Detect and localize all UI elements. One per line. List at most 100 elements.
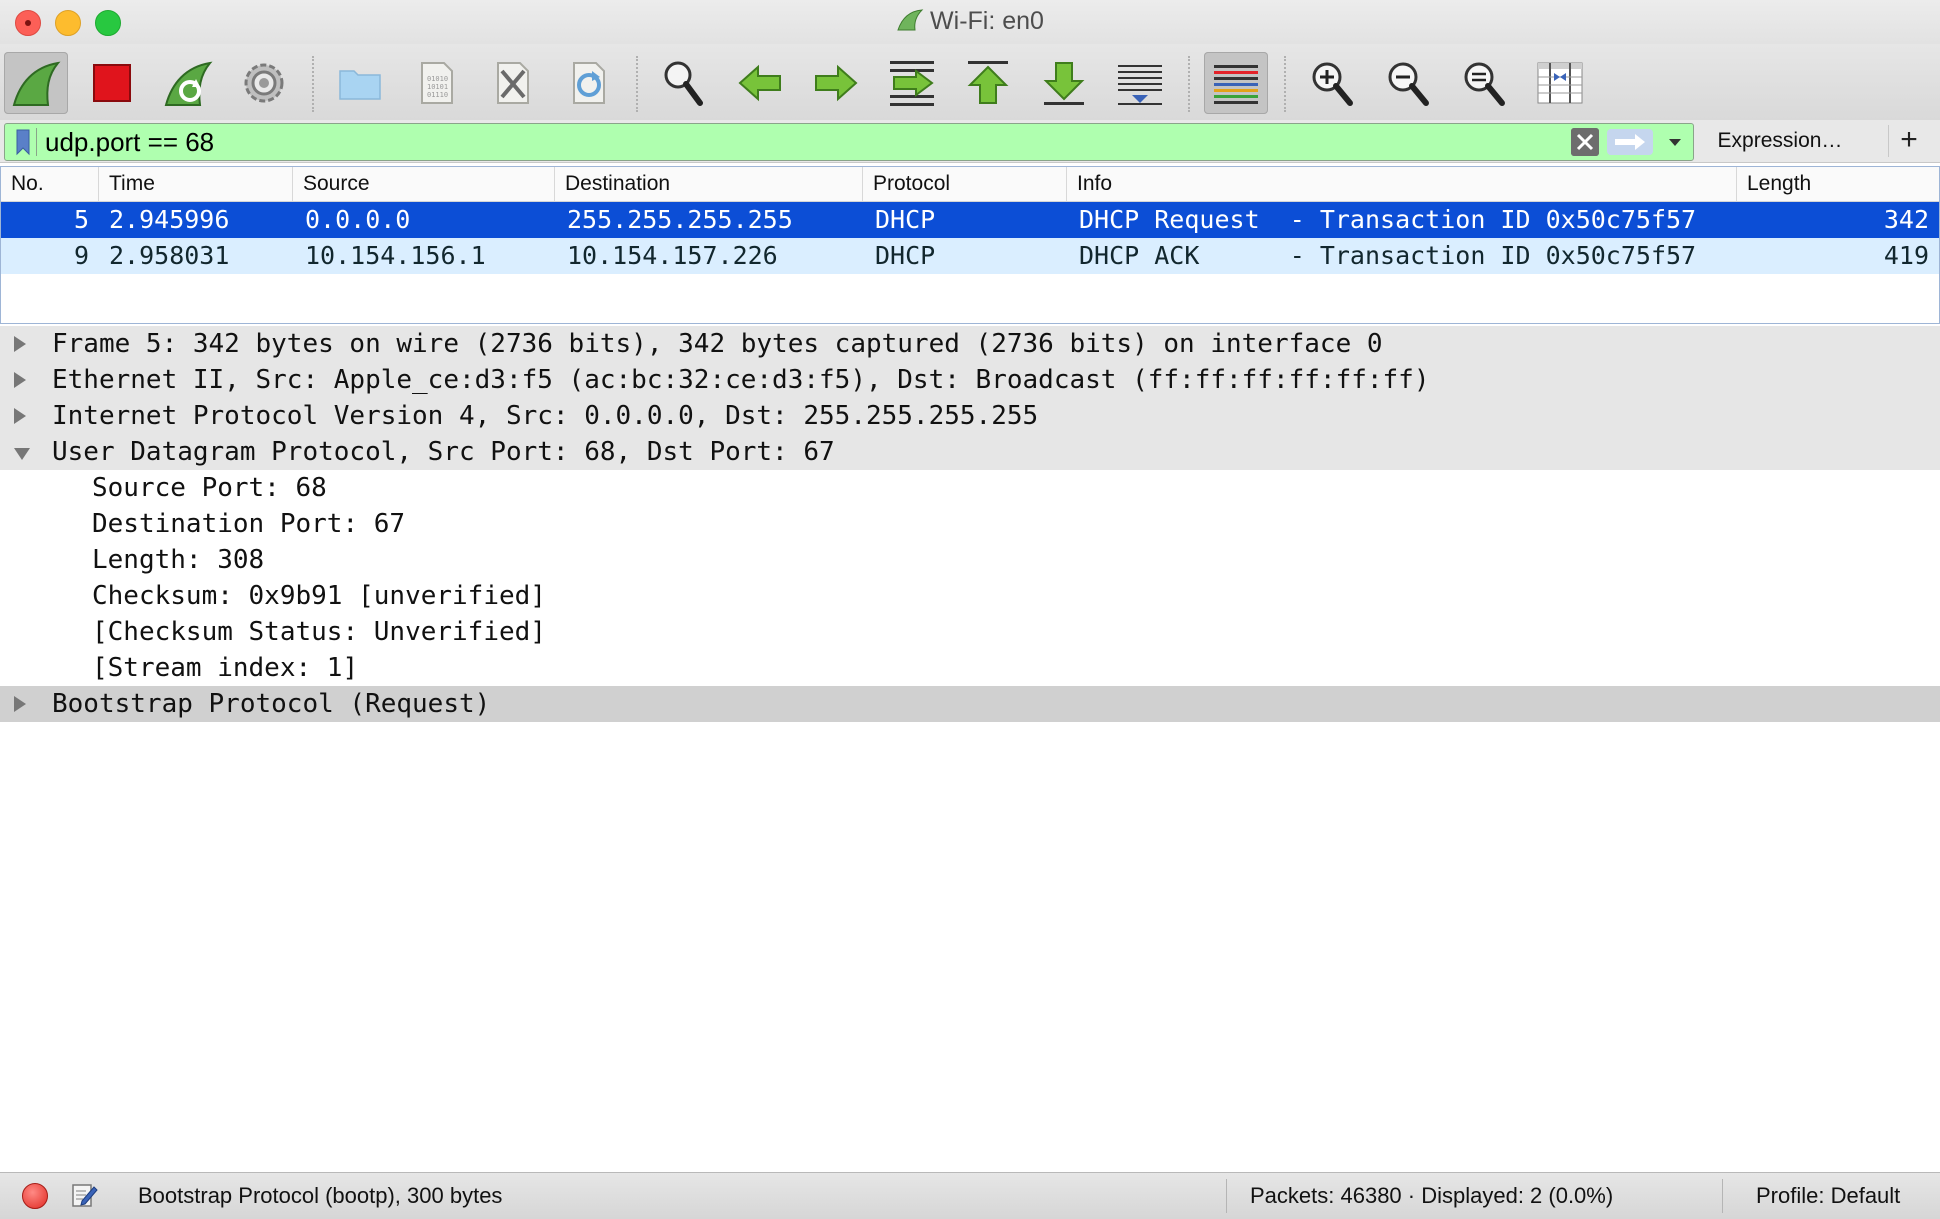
- clear-filter-icon[interactable]: [1571, 128, 1599, 156]
- expand-arrow-icon[interactable]: [14, 372, 26, 388]
- normal-size-button[interactable]: [1452, 52, 1516, 114]
- tree-item-label: Ethernet II, Src: Apple_ce:d3:f5 (ac:bc:…: [52, 365, 1430, 395]
- colorize-button[interactable]: [1204, 52, 1268, 114]
- toolbar-separator: [636, 56, 638, 112]
- column-header-length[interactable]: Length: [1737, 167, 1939, 201]
- tree-field-length[interactable]: Length: 308: [0, 542, 1940, 578]
- tree-field-destination-port[interactable]: Destination Port: 67: [0, 506, 1940, 542]
- packet-row[interactable]: 5 2.945996 0.0.0.0 255.255.255.255 DHCP …: [1, 202, 1939, 238]
- column-header-source[interactable]: Source: [293, 167, 555, 201]
- column-header-time[interactable]: Time: [99, 167, 293, 201]
- tree-field-stream-index[interactable]: [Stream index: 1]: [0, 650, 1940, 686]
- collapse-arrow-icon[interactable]: [14, 448, 30, 460]
- toolbar-separator: [312, 56, 314, 112]
- tree-field-label: Destination Port: 67: [92, 509, 406, 539]
- colorize-icon: [1214, 65, 1258, 104]
- packet-time: 2.958031: [109, 241, 230, 270]
- auto-scroll-icon: [1118, 65, 1162, 105]
- packet-destination: 10.154.157.226: [567, 241, 778, 270]
- expert-info-indicator-icon[interactable]: [22, 1183, 48, 1209]
- tree-item-label: Frame 5: 342 bytes on wire (2736 bits), …: [52, 329, 1383, 359]
- display-filter-field: [4, 123, 1694, 161]
- tree-item-frame[interactable]: Frame 5: 342 bytes on wire (2736 bits), …: [0, 326, 1940, 362]
- expand-arrow-icon[interactable]: [14, 696, 26, 712]
- go-to-packet-icon: [890, 61, 934, 106]
- stop-capture-button[interactable]: [80, 52, 144, 114]
- packet-destination: 255.255.255.255: [567, 205, 793, 234]
- capture-comment-edit-icon[interactable]: [70, 1181, 98, 1209]
- capture-options-button[interactable]: [232, 52, 296, 114]
- status-divider: [1226, 1179, 1227, 1213]
- status-profile[interactable]: Profile: Default: [1756, 1173, 1900, 1219]
- toolbar-separator: [1188, 56, 1190, 112]
- reload-file-icon: [573, 62, 605, 104]
- reload-file-button[interactable]: [556, 52, 620, 114]
- go-back-icon: [738, 64, 781, 102]
- column-header-info[interactable]: Info: [1067, 167, 1737, 201]
- apply-filter-arrow-icon[interactable]: [1607, 129, 1653, 155]
- stop-capture-icon: [93, 64, 131, 102]
- svg-text:01010: 01010: [427, 75, 448, 83]
- open-file-button[interactable]: [328, 52, 392, 114]
- packet-list-header: No. Time Source Destination Protocol Inf…: [1, 167, 1939, 202]
- resize-columns-button[interactable]: [1528, 52, 1592, 114]
- column-header-no[interactable]: No.: [1, 167, 99, 201]
- last-packet-button[interactable]: [1032, 52, 1096, 114]
- find-packet-button[interactable]: [652, 52, 716, 114]
- window-title-text: Wi-Fi: en0: [930, 7, 1044, 35]
- go-forward-button[interactable]: [804, 52, 868, 114]
- toolbar-separator: [1284, 56, 1286, 112]
- packet-info: DHCP Request - Transaction ID 0x50c75f57: [1079, 205, 1697, 234]
- column-header-destination[interactable]: Destination: [555, 167, 863, 201]
- tree-item-udp[interactable]: User Datagram Protocol, Src Port: 68, Ds…: [0, 434, 1940, 470]
- tree-field-checksum[interactable]: Checksum: 0x9b91 [unverified]: [0, 578, 1940, 614]
- tree-item-ethernet[interactable]: Ethernet II, Src: Apple_ce:d3:f5 (ac:bc:…: [0, 362, 1940, 398]
- last-packet-icon: [1043, 62, 1085, 105]
- zoom-in-button[interactable]: [1300, 52, 1364, 114]
- packet-details-tree: Frame 5: 342 bytes on wire (2736 bits), …: [0, 326, 1940, 1172]
- window-title: Wi-Fi: en0: [0, 7, 1940, 36]
- zoom-out-icon: [1388, 62, 1429, 106]
- start-capture-button[interactable]: [4, 52, 68, 114]
- filter-history-chevron-down-icon[interactable]: [1661, 128, 1689, 156]
- save-file-button[interactable]: 01010 10101 01110: [404, 52, 468, 114]
- resize-columns-icon: [1537, 62, 1583, 104]
- add-filter-button[interactable]: +: [1888, 125, 1929, 157]
- packet-row[interactable]: 9 2.958031 10.154.156.1 10.154.157.226 D…: [1, 238, 1939, 274]
- tree-item-ipv4[interactable]: Internet Protocol Version 4, Src: 0.0.0.…: [0, 398, 1940, 434]
- tree-field-label: [Checksum Status: Unverified]: [92, 617, 546, 647]
- close-file-button[interactable]: [480, 52, 544, 114]
- capture-options-gear-icon: [244, 63, 284, 103]
- packet-source: 0.0.0.0: [305, 205, 411, 234]
- restart-capture-button[interactable]: [156, 52, 220, 114]
- auto-scroll-button[interactable]: [1108, 52, 1172, 114]
- svg-text:10101: 10101: [427, 83, 448, 91]
- packet-no: 9: [73, 241, 89, 270]
- tree-field-checksum-status[interactable]: [Checksum Status: Unverified]: [0, 614, 1940, 650]
- expand-arrow-icon[interactable]: [14, 408, 26, 424]
- first-packet-button[interactable]: [956, 52, 1020, 114]
- tree-item-label: User Datagram Protocol, Src Port: 68, Ds…: [52, 437, 835, 467]
- zoom-out-button[interactable]: [1376, 52, 1440, 114]
- display-filter-bar: Expression… +: [0, 120, 1940, 163]
- filter-bookmark-icon[interactable]: [10, 128, 37, 156]
- display-filter-input[interactable]: [45, 124, 1565, 160]
- go-to-packet-button[interactable]: [880, 52, 944, 114]
- find-packet-icon: [664, 61, 703, 106]
- packet-protocol: DHCP: [875, 241, 936, 270]
- shark-fin-start-icon: [12, 61, 61, 106]
- packet-length: 342: [1883, 205, 1929, 234]
- expression-button[interactable]: Expression…: [1700, 125, 1860, 157]
- packet-list[interactable]: No. Time Source Destination Protocol Inf…: [0, 166, 1940, 324]
- svg-text:01110: 01110: [427, 91, 448, 99]
- zoom-in-icon: [1312, 62, 1353, 106]
- shark-fin-icon: [897, 9, 924, 31]
- expand-arrow-icon[interactable]: [14, 336, 26, 352]
- tree-item-bootstrap[interactable]: Bootstrap Protocol (Request): [0, 686, 1940, 722]
- tree-item-label: Bootstrap Protocol (Request): [52, 689, 491, 719]
- column-header-protocol[interactable]: Protocol: [863, 167, 1067, 201]
- tree-field-source-port[interactable]: Source Port: 68: [0, 470, 1940, 506]
- tree-field-label: Length: 308: [92, 545, 265, 575]
- go-back-button[interactable]: [728, 52, 792, 114]
- status-packet-counts: Packets: 46380 · Displayed: 2 (0.0%): [1250, 1183, 1614, 1208]
